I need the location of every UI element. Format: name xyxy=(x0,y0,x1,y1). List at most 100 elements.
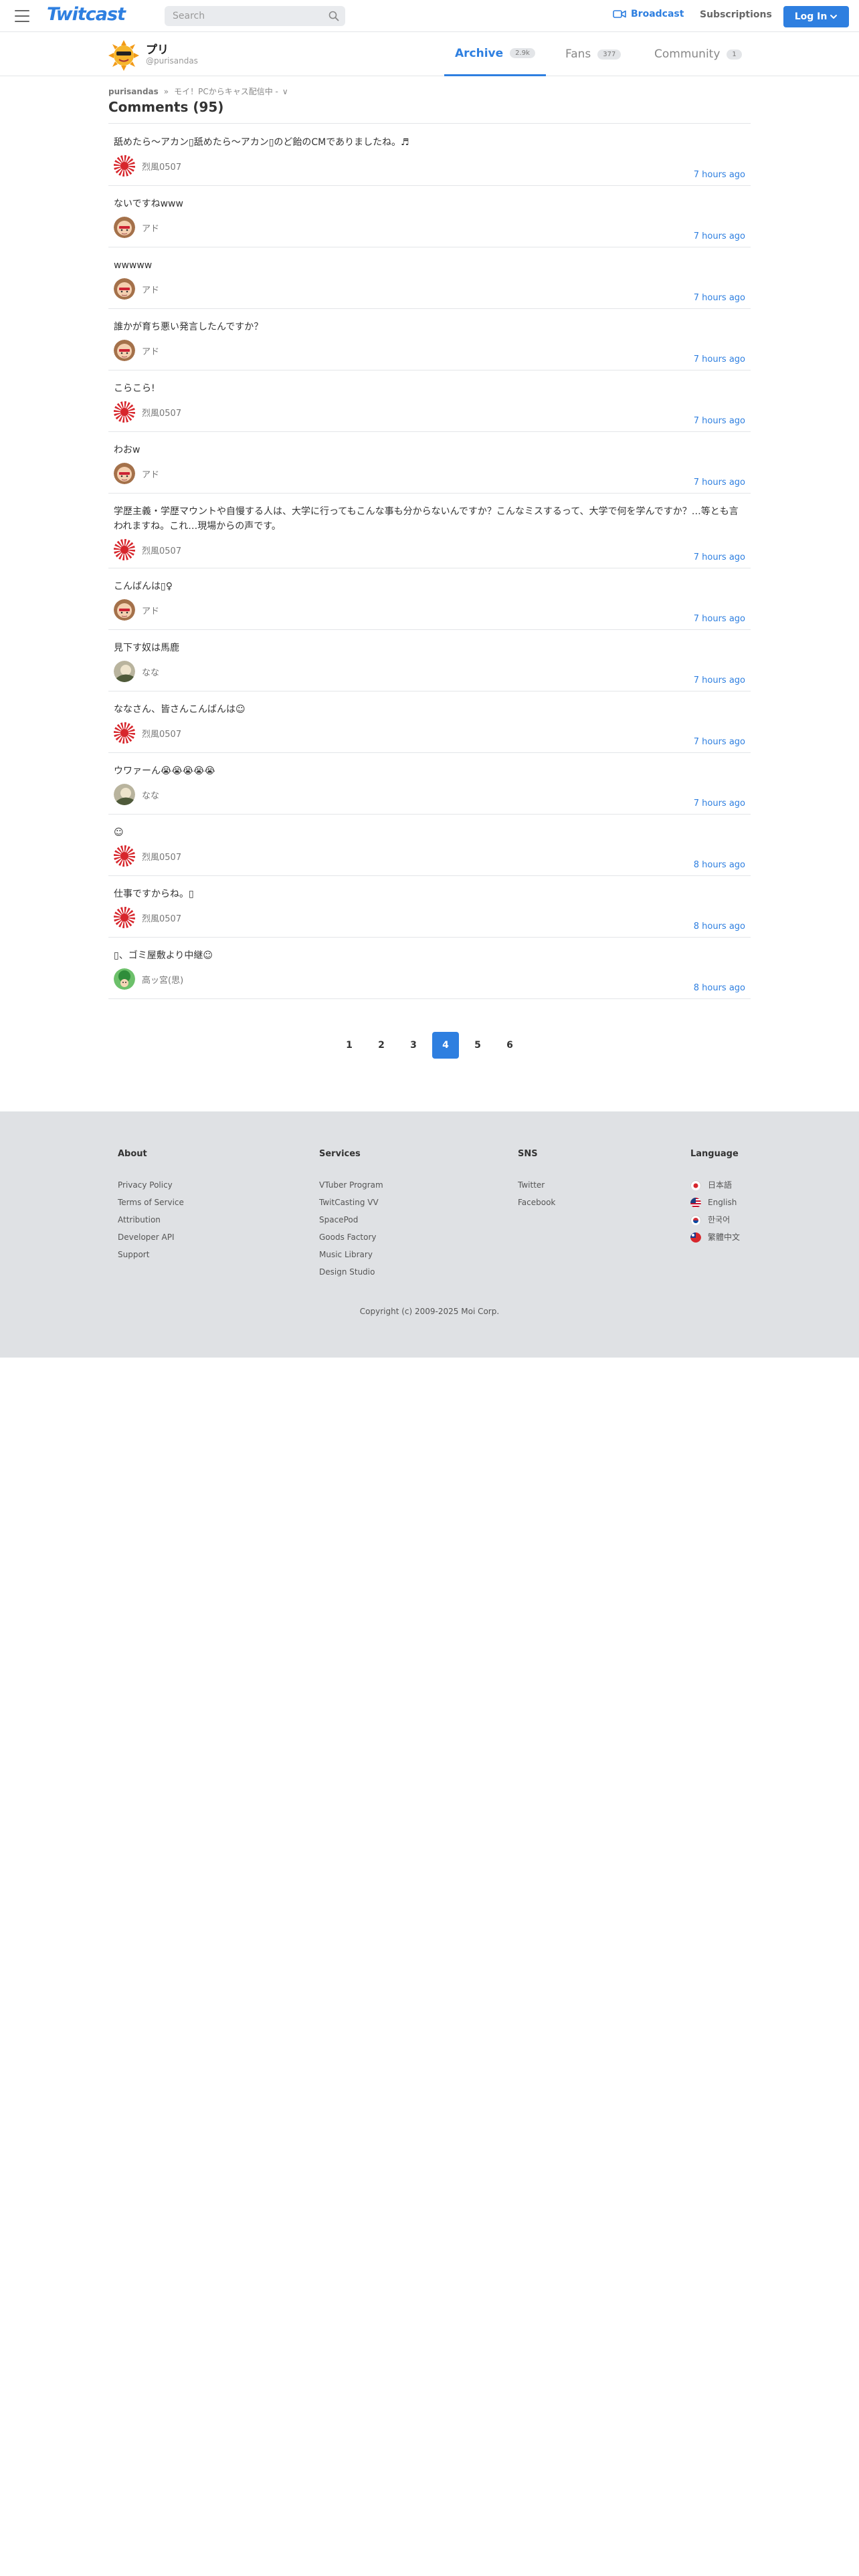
footer-link[interactable]: Goods Factory xyxy=(319,1228,383,1246)
comment-author-name[interactable]: アド xyxy=(142,344,159,357)
twitcast-logo[interactable]: Twitcast xyxy=(47,4,126,25)
footer-link[interactable]: English xyxy=(690,1194,740,1211)
comment-timestamp[interactable]: 7 hours ago xyxy=(694,354,745,364)
comment-author-name[interactable]: アド xyxy=(142,604,159,617)
footer-heading: About xyxy=(118,1149,147,1159)
user-avatar[interactable] xyxy=(108,40,139,71)
comment-timestamp[interactable]: 8 hours ago xyxy=(694,922,745,932)
comment-author[interactable]: 烈風0507 xyxy=(114,155,745,177)
page-button-3[interactable]: 3 xyxy=(400,1032,427,1059)
comment-avatar[interactable] xyxy=(114,340,135,361)
comment-author[interactable]: アド xyxy=(114,217,745,238)
search-box[interactable] xyxy=(165,6,345,26)
comment-author-name[interactable]: 烈風0507 xyxy=(142,160,181,173)
login-button[interactable]: Log In xyxy=(783,6,849,27)
subscriptions-link[interactable]: Subscriptions xyxy=(700,9,772,20)
comment-author[interactable]: 高ッ宮(思) xyxy=(114,968,745,990)
comment-author-name[interactable]: アド xyxy=(142,221,159,234)
profile-name[interactable]: プリ xyxy=(146,40,169,57)
footer-link[interactable]: Design Studio xyxy=(319,1263,383,1281)
footer-link[interactable]: SpacePod xyxy=(319,1211,383,1228)
comment-timestamp[interactable]: 7 hours ago xyxy=(694,231,745,241)
breadcrumb-user[interactable]: purisandas xyxy=(108,87,159,96)
comment-author[interactable]: 烈風0507 xyxy=(114,845,745,867)
footer-link[interactable]: VTuber Program xyxy=(319,1176,383,1194)
page-button-4[interactable]: 4 xyxy=(432,1032,459,1059)
footer-link[interactable]: Facebook xyxy=(518,1194,555,1211)
flag-icon xyxy=(690,1214,701,1225)
comment-author-name[interactable]: 烈風0507 xyxy=(142,727,181,740)
hamburger-menu-icon[interactable] xyxy=(15,10,29,22)
comment-author[interactable]: アド xyxy=(114,463,745,484)
comment-timestamp[interactable]: 7 hours ago xyxy=(694,293,745,303)
footer-link[interactable]: Music Library xyxy=(319,1246,383,1263)
footer-link[interactable]: 日本語 xyxy=(690,1176,740,1194)
footer-link[interactable]: 繁體中文 xyxy=(690,1228,740,1246)
tab-fans[interactable]: Fans 377 xyxy=(565,32,622,76)
comment-author[interactable]: アド xyxy=(114,340,745,361)
comment-avatar[interactable] xyxy=(114,722,135,744)
footer-column-sns: SNS Twitter Facebook xyxy=(518,1149,555,1211)
comment-author[interactable]: 烈風0507 xyxy=(114,907,745,928)
comment-avatar[interactable] xyxy=(114,539,135,560)
tab-archive[interactable]: Archive 2.9k xyxy=(444,32,546,76)
comment-author-name[interactable]: なな xyxy=(142,788,159,801)
comment-author-name[interactable]: 烈風0507 xyxy=(142,544,181,556)
comment-timestamp[interactable]: 8 hours ago xyxy=(694,983,745,993)
tab-archive-label: Archive xyxy=(455,46,504,60)
comment-author-name[interactable]: なな xyxy=(142,665,159,678)
comment-author[interactable]: 烈風0507 xyxy=(114,539,745,560)
search-input[interactable] xyxy=(165,6,318,26)
footer-link[interactable]: TwitCasting VV xyxy=(319,1194,383,1211)
comment-timestamp[interactable]: 7 hours ago xyxy=(694,416,745,426)
comment-avatar[interactable] xyxy=(114,463,135,484)
comment-author-name[interactable]: 烈風0507 xyxy=(142,406,181,419)
comment-timestamp[interactable]: 7 hours ago xyxy=(694,798,745,809)
page-button-5[interactable]: 5 xyxy=(464,1032,491,1059)
footer-link[interactable]: Terms of Service xyxy=(118,1194,184,1211)
comment-avatar[interactable] xyxy=(114,907,135,928)
comment-avatar[interactable] xyxy=(114,845,135,867)
page-button-1[interactable]: 1 xyxy=(336,1032,363,1059)
comment-item: 誰かが育ち悪い発言したんですか？ アド 7 hours ago xyxy=(108,309,751,370)
breadcrumb-movie[interactable]: モイ！PCからキャス配信中 - xyxy=(174,86,278,97)
comment-avatar[interactable] xyxy=(114,661,135,682)
comment-avatar[interactable] xyxy=(114,278,135,300)
comment-avatar[interactable] xyxy=(114,401,135,423)
comment-author-name[interactable]: 烈風0507 xyxy=(142,911,181,924)
broadcast-link[interactable]: Broadcast xyxy=(613,9,684,19)
comment-author-name[interactable]: 高ッ宮(思) xyxy=(142,973,183,986)
comment-timestamp[interactable]: 7 hours ago xyxy=(694,675,745,685)
comment-author[interactable]: 烈風0507 xyxy=(114,722,745,744)
comment-timestamp[interactable]: 7 hours ago xyxy=(694,477,745,488)
comment-author-name[interactable]: アド xyxy=(142,283,159,296)
comment-avatar[interactable] xyxy=(114,968,135,990)
comment-author-name[interactable]: アド xyxy=(142,467,159,480)
footer-link[interactable]: 한국어 xyxy=(690,1211,740,1228)
footer-link[interactable]: Privacy Policy xyxy=(118,1176,184,1194)
footer-link[interactable]: Attribution xyxy=(118,1211,184,1228)
comment-timestamp[interactable]: 7 hours ago xyxy=(694,170,745,180)
comment-timestamp[interactable]: 7 hours ago xyxy=(694,614,745,624)
search-icon[interactable] xyxy=(328,11,339,21)
page-button-6[interactable]: 6 xyxy=(496,1032,523,1059)
comment-author[interactable]: なな xyxy=(114,784,745,805)
comment-avatar[interactable] xyxy=(114,217,135,238)
comment-timestamp[interactable]: 7 hours ago xyxy=(694,737,745,747)
footer-link[interactable]: Twitter xyxy=(518,1176,555,1194)
comment-author[interactable]: アド xyxy=(114,278,745,300)
comment-avatar[interactable] xyxy=(114,155,135,177)
comment-timestamp[interactable]: 7 hours ago xyxy=(694,552,745,562)
footer-link[interactable]: Support xyxy=(118,1246,184,1263)
comment-author[interactable]: アド xyxy=(114,599,745,621)
comment-avatar[interactable] xyxy=(114,599,135,621)
comment-timestamp[interactable]: 8 hours ago xyxy=(694,860,745,870)
page-button-2[interactable]: 2 xyxy=(368,1032,395,1059)
comment-author[interactable]: 烈風0507 xyxy=(114,401,745,423)
footer-link[interactable]: Developer API xyxy=(118,1228,184,1246)
comment-avatar[interactable] xyxy=(114,784,135,805)
comment-author-name[interactable]: 烈風0507 xyxy=(142,850,181,863)
comment-author[interactable]: なな xyxy=(114,661,745,682)
breadcrumb-chevron-icon[interactable]: ∨ xyxy=(282,87,288,96)
tab-community[interactable]: Community 1 xyxy=(654,32,742,76)
